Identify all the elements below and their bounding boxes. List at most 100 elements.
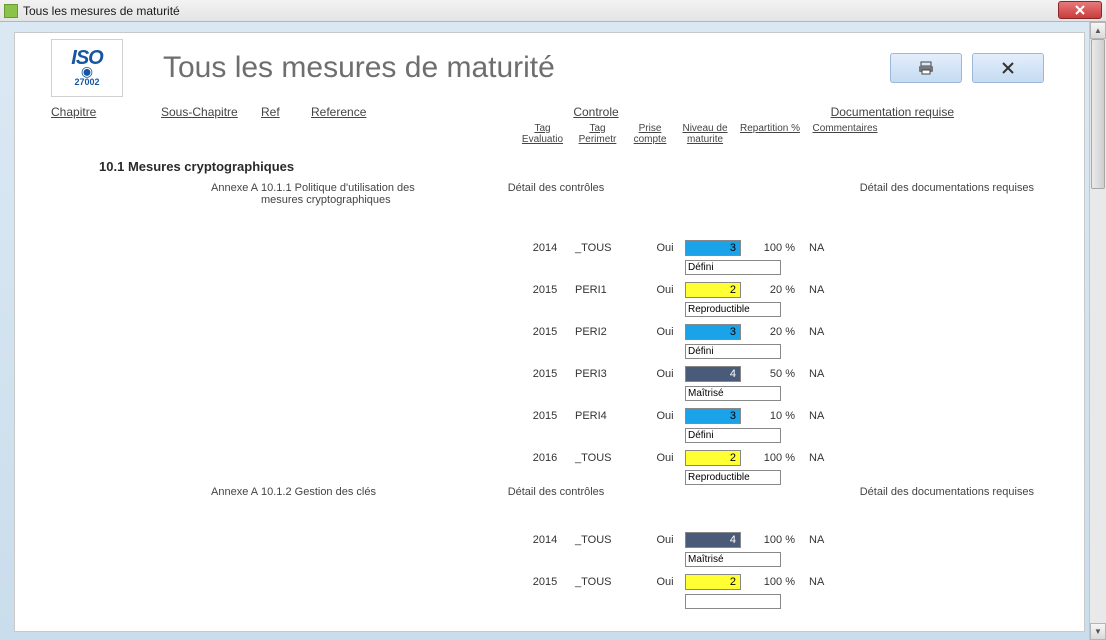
window-title: Tous les mesures de maturité [23, 4, 180, 18]
repartition-value: 10 % [741, 410, 801, 422]
maturity-level-text: Défini [685, 260, 781, 275]
tag-eval-value: 2014 [515, 534, 575, 546]
tag-peri-value: _TOUS [575, 452, 645, 464]
col-ref: Ref [261, 105, 311, 119]
sub-commentaires: Commentaires [805, 123, 885, 145]
prise-compte-value: Oui [645, 410, 685, 422]
detail-controles-label: Détail des contrôles [451, 182, 661, 194]
sub-niveau: Niveau de maturite [675, 123, 735, 145]
page-title: Tous les mesures de maturité [123, 51, 880, 85]
tag-peri-value: PERI1 [575, 284, 645, 296]
col-controle: Controle [521, 105, 671, 119]
comment-value: NA [801, 534, 841, 546]
comment-value: NA [801, 576, 841, 588]
detail-doc-label: Détail des documentations requises [661, 182, 1044, 194]
col-chapitre: Chapitre [51, 105, 161, 119]
comment-value: NA [801, 368, 841, 380]
reference-name: 10.1.1 Politique d'utilisation des mesur… [261, 182, 451, 206]
sub-tag-peri: Tag Perimetr [570, 123, 625, 145]
maturity-level-box: 2 [685, 450, 741, 466]
maturity-level-text-row: Reproductible [15, 470, 1084, 486]
maturity-level-text-row: Défini [15, 428, 1084, 444]
col-documentation: Documentation requise [671, 105, 1044, 119]
tag-eval-value: 2015 [515, 576, 575, 588]
tag-eval-value: 2015 [515, 410, 575, 422]
maturity-level-text-row: Maîtrisé [15, 552, 1084, 568]
data-row: 2016_TOUSOui2100 %NA [15, 446, 1084, 470]
tag-eval-value: 2015 [515, 284, 575, 296]
maturity-level-box: 2 [685, 574, 741, 590]
vertical-scrollbar[interactable]: ▲ ▼ [1089, 22, 1106, 640]
maturity-level-text: Reproductible [685, 470, 781, 485]
data-row: 2014_TOUSOui3100 %NA [15, 236, 1084, 260]
maturity-level-text: Défini [685, 344, 781, 359]
prise-compte-value: Oui [645, 534, 685, 546]
report-page: ISO ◉ 27002 Tous les mesures de maturité… [14, 32, 1085, 632]
maturity-level-text-row: Maîtrisé [15, 386, 1084, 402]
repartition-value: 20 % [741, 326, 801, 338]
maturity-level-text-row [15, 594, 1084, 610]
maturity-level-text-row: Défini [15, 260, 1084, 276]
detail-doc-label: Détail des documentations requises [661, 486, 1044, 498]
tag-peri-value: PERI2 [575, 326, 645, 338]
maturity-level-box: 3 [685, 240, 741, 256]
annexe-label: Annexe A [51, 486, 261, 498]
tag-peri-value: _TOUS [575, 576, 645, 588]
data-row: 2015_TOUSOui2100 %NA [15, 570, 1084, 594]
reference-line: Annexe A10.1.2 Gestion des clésDétail de… [15, 486, 1084, 504]
prise-compte-value: Oui [645, 326, 685, 338]
window-close-button[interactable] [1058, 1, 1102, 19]
maturity-level-box: 3 [685, 408, 741, 424]
content-frame: ISO ◉ 27002 Tous les mesures de maturité… [0, 22, 1106, 640]
maturity-level-box: 2 [685, 282, 741, 298]
sub-prise: Prise compte [625, 123, 675, 145]
detail-controles-label: Détail des contrôles [451, 486, 661, 498]
comment-value: NA [801, 284, 841, 296]
comment-value: NA [801, 410, 841, 422]
maturity-level-text-row: Défini [15, 344, 1084, 360]
repartition-value: 100 % [741, 242, 801, 254]
scroll-up-button[interactable]: ▲ [1090, 22, 1106, 39]
prise-compte-value: Oui [645, 284, 685, 296]
annexe-label: Annexe A [51, 182, 261, 194]
maturity-level-box: 4 [685, 366, 741, 382]
section-title: 10.1 Mesures cryptographiques [15, 145, 1084, 182]
tag-eval-value: 2015 [515, 368, 575, 380]
scroll-area: ISO ◉ 27002 Tous les mesures de maturité… [0, 22, 1089, 640]
scroll-thumb[interactable] [1091, 39, 1105, 189]
scroll-track[interactable] [1090, 39, 1106, 623]
comment-value: NA [801, 326, 841, 338]
maturity-level-box: 3 [685, 324, 741, 340]
prise-compte-value: Oui [645, 452, 685, 464]
comment-value: NA [801, 242, 841, 254]
reference-line: Annexe A10.1.1 Politique d'utilisation d… [15, 182, 1084, 212]
col-reference: Reference [311, 105, 521, 119]
print-icon [918, 60, 934, 76]
repartition-value: 100 % [741, 576, 801, 588]
sub-column-headers: Tag Evaluatio Tag Perimetr Prise compte … [15, 119, 1084, 145]
comment-value: NA [801, 452, 841, 464]
sub-tag-eval: Tag Evaluatio [515, 123, 570, 145]
window-titlebar: Tous les mesures de maturité [0, 0, 1106, 22]
repartition-value: 20 % [741, 284, 801, 296]
maturity-level-box: 4 [685, 532, 741, 548]
sub-repartition: Repartition % [735, 123, 805, 145]
col-sous-chapitre: Sous-Chapitre [161, 105, 261, 119]
x-icon [1000, 60, 1016, 76]
maturity-level-text: Reproductible [685, 302, 781, 317]
repartition-value: 100 % [741, 534, 801, 546]
maturity-level-text [685, 594, 781, 609]
column-headers: Chapitre Sous-Chapitre Ref Reference Con… [15, 103, 1084, 119]
close-page-button[interactable] [972, 53, 1044, 83]
logo-sub: 27002 [74, 77, 99, 87]
tag-eval-value: 2014 [515, 242, 575, 254]
prise-compte-value: Oui [645, 576, 685, 588]
print-button[interactable] [890, 53, 962, 83]
iso-logo: ISO ◉ 27002 [51, 39, 123, 97]
globe-icon: ◉ [81, 67, 93, 77]
maturity-level-text: Maîtrisé [685, 386, 781, 401]
prise-compte-value: Oui [645, 242, 685, 254]
tag-peri-value: _TOUS [575, 242, 645, 254]
repartition-value: 100 % [741, 452, 801, 464]
scroll-down-button[interactable]: ▼ [1090, 623, 1106, 640]
